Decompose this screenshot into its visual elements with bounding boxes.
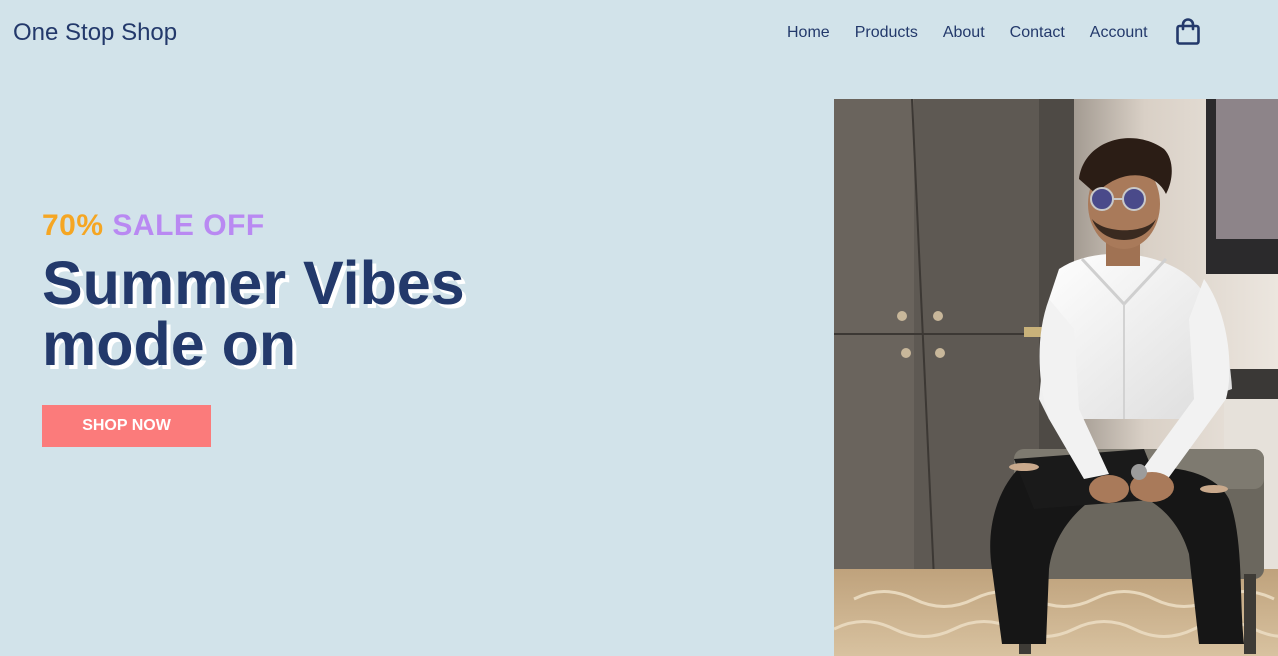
- nav-contact[interactable]: Contact: [1010, 24, 1065, 42]
- shop-now-button[interactable]: SHOP NOW: [42, 405, 211, 447]
- headline-line-2: mode on: [42, 310, 297, 378]
- hero-headline: Summer Vibes mode on: [42, 253, 465, 375]
- main-nav: Home Products About Contact Account: [787, 24, 1148, 42]
- sale-text: SALE OFF: [112, 209, 265, 242]
- hero-image: [834, 99, 1278, 656]
- nav-home[interactable]: Home: [787, 24, 830, 42]
- nav-about[interactable]: About: [943, 24, 985, 42]
- site-logo[interactable]: One Stop Shop: [13, 19, 177, 47]
- page: One Stop Shop Home Products About Contac…: [0, 0, 1278, 656]
- nav-account[interactable]: Account: [1090, 24, 1148, 42]
- sale-percent: 70%: [42, 209, 104, 242]
- hero-photo-illustration: [834, 99, 1278, 656]
- shopping-bag-icon[interactable]: [1175, 18, 1201, 46]
- sale-tagline: 70% SALE OFF: [42, 209, 265, 243]
- nav-products[interactable]: Products: [855, 24, 918, 42]
- headline-line-1: Summer Vibes: [42, 249, 465, 317]
